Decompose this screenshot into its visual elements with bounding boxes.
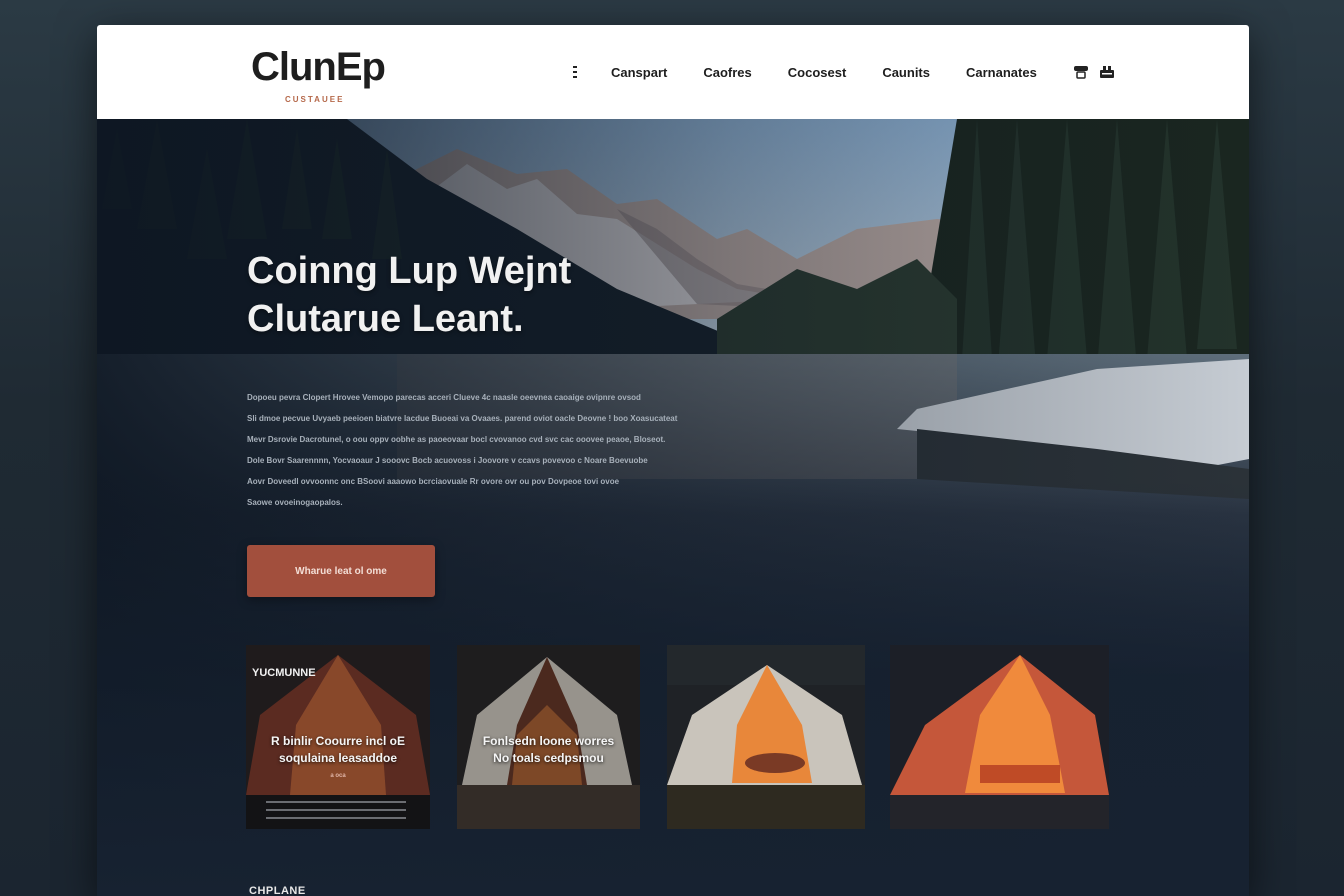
card-text-lines	[266, 801, 406, 825]
hero-body-line: Dopoeu pevra Clopert Hrovee Vemopo parec…	[247, 393, 641, 402]
nav-item-2[interactable]: Caofres	[703, 65, 751, 80]
nav-item-5[interactable]: Carnanates	[966, 65, 1037, 80]
hero-body-line: Saowe ovoeinogaopalos.	[247, 498, 343, 507]
menu-icon[interactable]	[573, 66, 581, 78]
brand-tagline: CUSTAUEE	[285, 95, 345, 104]
tent-image	[890, 645, 1109, 829]
card-tag: YUCMUNNE	[252, 667, 316, 679]
hero-title: Coinng Lup Wejnt Clutarue Leant.	[247, 247, 707, 343]
hero-title-line1: Coinng Lup Wejnt	[247, 250, 572, 292]
nav-item-1[interactable]: Canspart	[611, 65, 667, 80]
tent-card-3[interactable]	[667, 645, 865, 829]
card-caption-line2: soqulaina leasaddoe	[278, 751, 398, 765]
section-label: CHPLANE	[249, 885, 306, 896]
cta-button[interactable]: Wharue leat ol ome	[247, 545, 435, 597]
card-caption-line2: No toals cedpsmou	[493, 751, 604, 765]
card-caption-line1: Fonlsedn loone worres	[482, 734, 615, 748]
hero-description: Dopoeu pevra Clopert Hrovee Vemopo parec…	[247, 387, 687, 513]
tent-card-2[interactable]: Fonlsedn loone worres No toals cedpsmou	[457, 645, 640, 829]
hero-body-line: Aovr Doveedl ovvoonnc onc BSoovi aaaowo …	[247, 477, 620, 486]
browser-frame: ClunEp CUSTAUEE Canspart Caofres Cocoses…	[97, 25, 1249, 896]
cart-icon[interactable]	[1099, 65, 1115, 79]
tent-card-1[interactable]: YUCMUNNE R binlir Coourre incl oE soqula…	[246, 645, 430, 829]
nav-item-4[interactable]: Caunits	[882, 65, 930, 80]
hero-body-line: Sli dmoe pecvue Uvyaeb peeioen biatvre l…	[247, 414, 678, 423]
nav-item-3[interactable]: Cocosest	[788, 65, 847, 80]
hero-section: Coinng Lup Wejnt Clutarue Leant. Dopoeu …	[97, 119, 1249, 896]
hero-title-line2: Clutarue Leant.	[247, 298, 524, 340]
tent-image	[667, 645, 865, 829]
hero-body-line: Dole Bovr Saarennnn, Yocvaoaur J sooovc …	[247, 456, 648, 465]
card-caption: R binlir Coourre incl oE soqulaina leasa…	[246, 733, 430, 767]
card-caption-line1: R binlir Coourre incl oE	[270, 734, 405, 748]
user-icon[interactable]	[1073, 65, 1089, 79]
header-icons	[1073, 65, 1115, 79]
site-header: ClunEp CUSTAUEE Canspart Caofres Cocoses…	[97, 25, 1249, 120]
hero-body-line: Mevr Dsrovie Dacrotunel, o oou oppv oobh…	[247, 435, 666, 444]
card-small-text: a oca	[330, 773, 346, 779]
main-nav: Canspart Caofres Cocosest Caunits Carnan…	[573, 25, 1115, 119]
tent-card-4[interactable]	[890, 645, 1109, 829]
card-caption: Fonlsedn loone worres No toals cedpsmou	[457, 733, 640, 767]
brand-logo[interactable]: ClunEp	[251, 47, 386, 87]
